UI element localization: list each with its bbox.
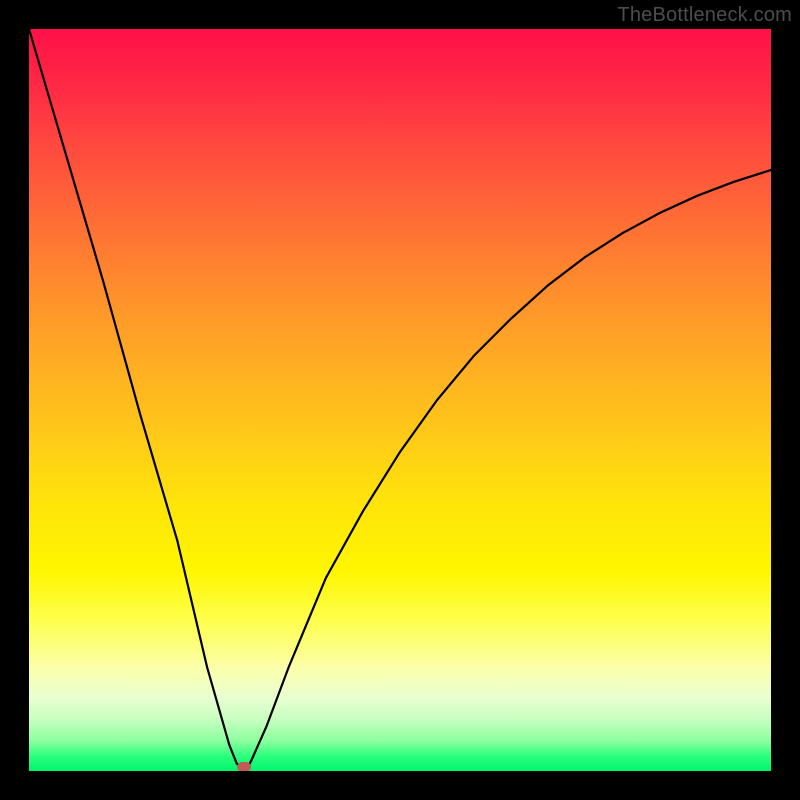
curve-layer	[29, 29, 771, 771]
chart-frame: TheBottleneck.com	[0, 0, 800, 800]
plot-area	[29, 29, 771, 771]
watermark-text: TheBottleneck.com	[617, 4, 792, 27]
bottleneck-curve	[29, 29, 771, 770]
optimal-point-marker	[237, 762, 251, 771]
